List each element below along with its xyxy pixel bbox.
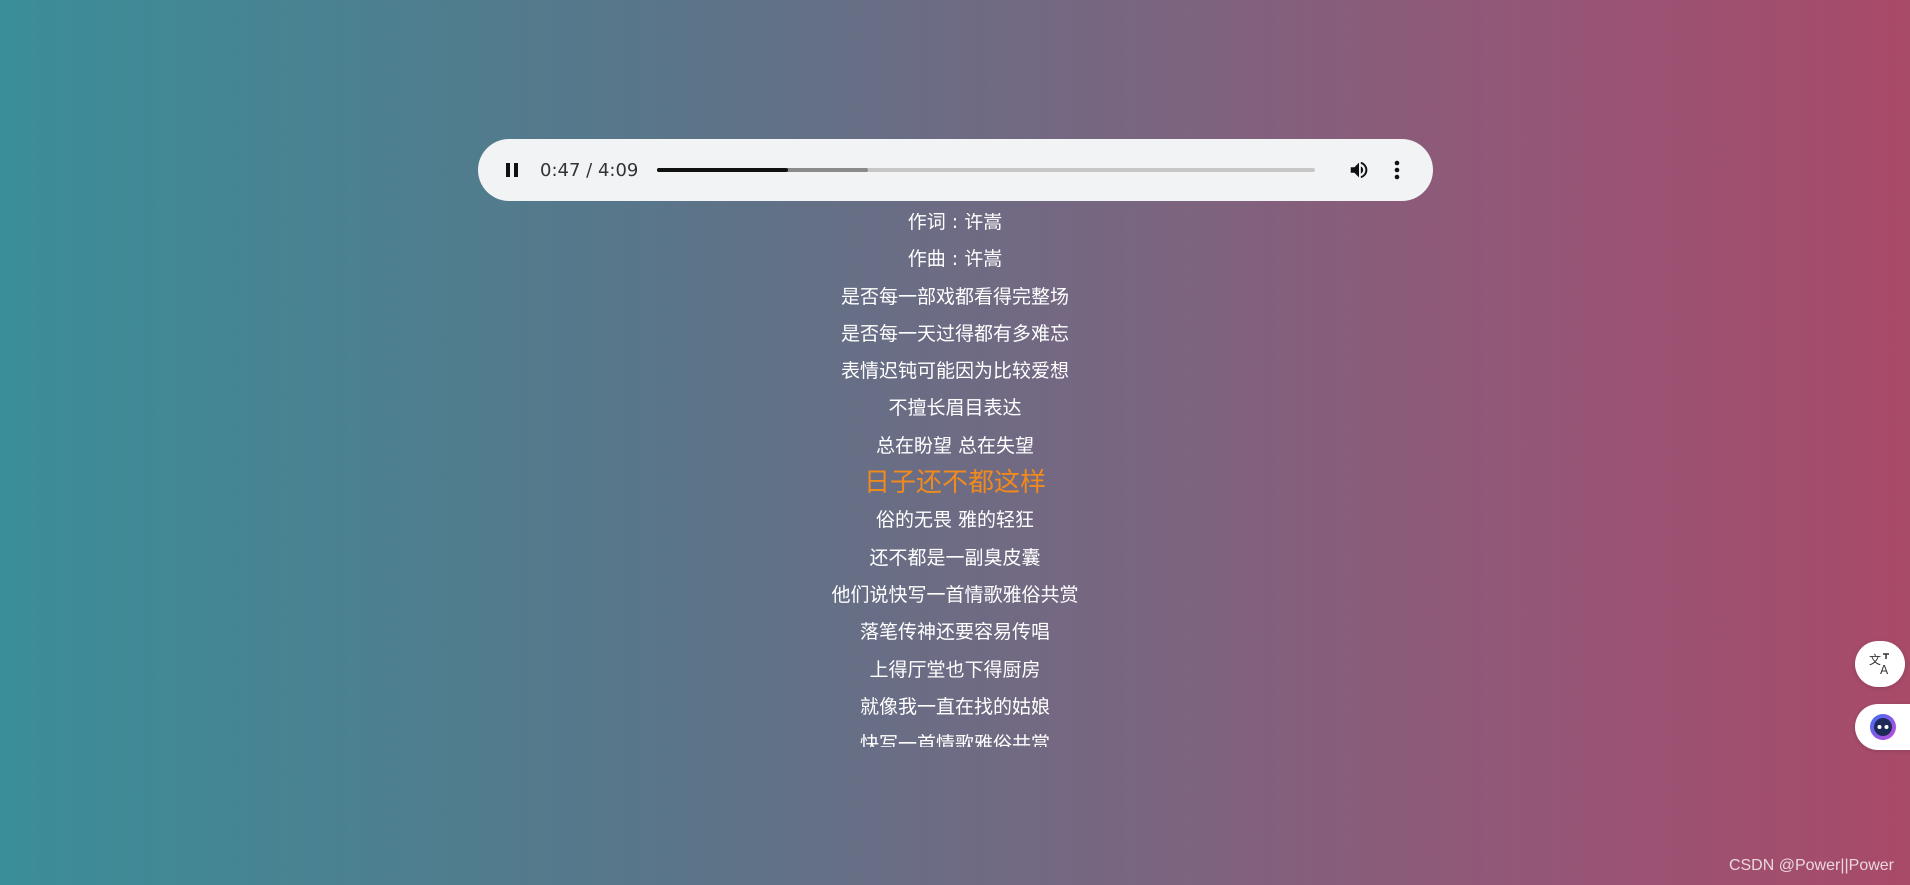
time-display: 0:47 / 4:09: [540, 160, 638, 181]
translate-button[interactable]: 文 A: [1855, 641, 1905, 687]
assistant-button[interactable]: [1855, 704, 1910, 750]
lyric-line: 就像我一直在找的姑娘: [859, 695, 1050, 718]
lyric-line: 不擅长眉目表达: [888, 397, 1022, 420]
volume-button[interactable]: [1345, 156, 1373, 184]
svg-text:A: A: [1880, 663, 1889, 677]
lyric-line: 还不都是一副臭皮囊: [869, 546, 1041, 569]
lyric-line: 快写一首情歌雅俗共赏: [859, 733, 1050, 747]
current-time: 0:47: [540, 159, 581, 181]
lyric-line-active: 日子还不都这样: [863, 468, 1046, 499]
lyric-line: 表情迟钝可能因为比较爱想: [840, 360, 1069, 383]
lyric-line: 上得厅堂也下得厨房: [869, 658, 1041, 681]
watermark: CSDN @Power||Power: [1728, 857, 1894, 874]
lyric-line: 是否每一天过得都有多难忘: [840, 322, 1069, 345]
seek-slider[interactable]: [657, 168, 1315, 172]
more-vert-icon: [1394, 160, 1400, 180]
more-options-button[interactable]: [1387, 156, 1407, 184]
lyrics-panel: 作词 : 许嵩 作曲 : 许嵩是否每一部戏都看得完整场 是否每一天过得都有多难忘 表情…: [0, 213, 1910, 747]
pause-button[interactable]: [500, 158, 524, 182]
lyric-line: 俗的无畏 雅的轻狂: [875, 509, 1035, 532]
time-separator: /: [580, 159, 598, 181]
pause-icon: [506, 163, 518, 177]
lyric-line: 落笔传神还要容易传唱: [859, 621, 1050, 644]
audio-player: 0:47 / 4:09: [478, 139, 1433, 201]
lyric-line: 作曲 : 许嵩: [907, 248, 1003, 271]
assistant-icon: [1870, 714, 1896, 740]
lyric-line: 他们说快写一首情歌雅俗共赏: [831, 583, 1079, 606]
volume-icon: [1350, 161, 1368, 179]
translate-icon: 文 A: [1869, 652, 1889, 677]
lyrics-list: 作词 : 许嵩 作曲 : 许嵩是否每一部戏都看得完整场 是否每一天过得都有多难忘 表情…: [0, 213, 1910, 747]
duration: 4:09: [597, 159, 639, 181]
progress-bar: [657, 168, 788, 172]
lyric-line: 作词 : 许嵩: [907, 213, 1003, 233]
lyric-line: 是否每一部戏都看得完整场: [840, 285, 1069, 308]
lyric-line: 总在盼望 总在失望: [875, 434, 1035, 457]
